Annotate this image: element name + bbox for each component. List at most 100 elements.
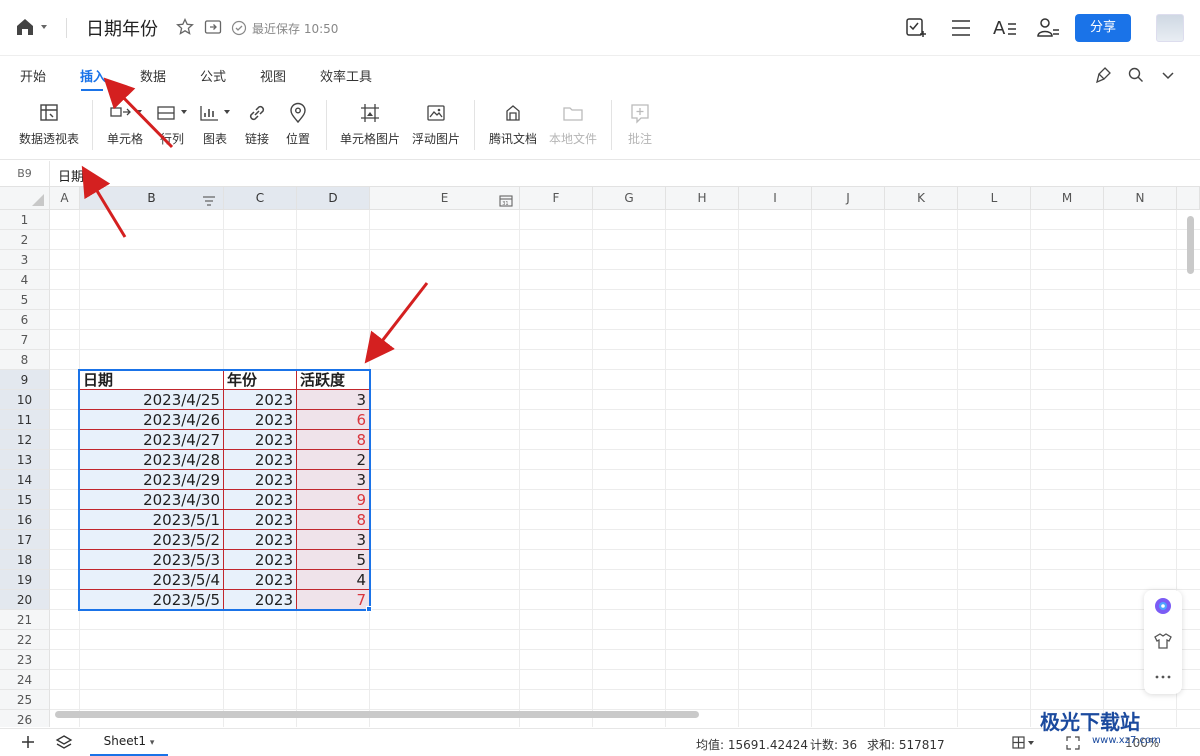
row-header-3[interactable]: 3	[0, 250, 50, 270]
document-title[interactable]: 日期年份	[86, 15, 158, 41]
menu-tabs: 开始 插入 数据 公式 视图 效率工具	[0, 56, 1200, 92]
collaborators-icon[interactable]	[1036, 17, 1060, 43]
comment-button[interactable]: 批注	[624, 102, 656, 147]
column-header-l[interactable]: L	[958, 187, 1031, 210]
tab-view[interactable]: 视图	[260, 66, 286, 85]
row-header-15[interactable]: 15	[0, 490, 50, 510]
row-header-22[interactable]: 22	[0, 630, 50, 650]
task-add-icon[interactable]	[905, 17, 927, 43]
horizontal-scrollbar[interactable]	[55, 711, 699, 718]
selection-range[interactable]	[78, 369, 371, 611]
ai-assistant-icon[interactable]	[1153, 596, 1173, 620]
calendar-icon[interactable]: 31	[499, 192, 513, 215]
row-header-5[interactable]: 5	[0, 290, 50, 310]
row-header-10[interactable]: 10	[0, 390, 50, 410]
filter-icon[interactable]	[202, 192, 216, 215]
row-header-8[interactable]: 8	[0, 350, 50, 370]
fullscreen-icon[interactable]	[1066, 735, 1080, 754]
tab-data[interactable]: 数据	[140, 66, 166, 85]
formula-input[interactable]: 日期	[58, 166, 84, 185]
cell-image-label: 单元格图片	[339, 132, 400, 146]
share-button[interactable]: 分享	[1075, 14, 1131, 42]
move-folder-icon[interactable]	[204, 19, 222, 39]
chevron-down-icon[interactable]	[1160, 67, 1176, 87]
search-icon[interactable]	[1127, 66, 1145, 88]
tab-start[interactable]: 开始	[20, 66, 46, 85]
column-header-e[interactable]: E 31	[370, 187, 520, 210]
shirt-theme-icon[interactable]	[1153, 631, 1173, 655]
fill-handle[interactable]	[366, 606, 372, 612]
row-header-1[interactable]: 1	[0, 210, 50, 230]
row-header-6[interactable]: 6	[0, 310, 50, 330]
column-header-j[interactable]: J	[812, 187, 885, 210]
more-options-icon[interactable]	[1153, 668, 1173, 687]
add-sheet-icon[interactable]	[20, 734, 36, 754]
menu-icon[interactable]	[951, 19, 971, 41]
chart-button[interactable]: 图表	[198, 102, 232, 147]
row-header-4[interactable]: 4	[0, 270, 50, 290]
tab-insert[interactable]: 插入	[80, 66, 106, 85]
tencent-doc-button[interactable]: 腾讯文档	[487, 102, 539, 147]
row-header-21[interactable]: 21	[0, 610, 50, 630]
float-image-button[interactable]: 浮动图片	[410, 102, 462, 147]
text-format-icon[interactable]: A	[992, 16, 1018, 42]
column-header-c[interactable]: C	[224, 187, 297, 210]
row-header-25[interactable]: 25	[0, 690, 50, 710]
column-header-f[interactable]: F	[520, 187, 593, 210]
row-header-26[interactable]: 26	[0, 710, 50, 727]
row-header-12[interactable]: 12	[0, 430, 50, 450]
row-column-button[interactable]: 行列	[154, 102, 190, 147]
row-header-7[interactable]: 7	[0, 330, 50, 350]
divider	[66, 18, 67, 38]
column-header-h[interactable]: H	[666, 187, 739, 210]
location-button[interactable]: 位置	[283, 102, 313, 147]
home-icon[interactable]	[14, 16, 48, 42]
pivot-table-button[interactable]: 数据透视表	[18, 102, 80, 147]
cell-button[interactable]: 单元格	[104, 102, 146, 147]
column-header-n[interactable]: N	[1104, 187, 1177, 210]
row-header-14[interactable]: 14	[0, 470, 50, 490]
column-header-d[interactable]: D	[297, 187, 370, 210]
local-file-button[interactable]: 本地文件	[547, 102, 599, 147]
row-header-24[interactable]: 24	[0, 670, 50, 690]
star-icon[interactable]	[176, 17, 194, 40]
row-header-2[interactable]: 2	[0, 230, 50, 250]
column-header-i[interactable]: I	[739, 187, 812, 210]
pivot-table-label: 数据透视表	[18, 132, 79, 146]
link-button[interactable]: 链接	[242, 102, 272, 147]
row-header-9[interactable]: 9	[0, 370, 50, 390]
tab-formula[interactable]: 公式	[200, 66, 226, 85]
column-header-b[interactable]: B	[80, 187, 224, 210]
avatar[interactable]	[1156, 14, 1184, 42]
column-header-g[interactable]: G	[593, 187, 666, 210]
comment-label: 批注	[627, 132, 652, 146]
sheet-menu-caret-icon[interactable]: ▾	[150, 738, 155, 748]
brush-icon[interactable]	[1095, 66, 1113, 88]
view-mode-icon[interactable]	[1012, 735, 1036, 754]
top-bar: 日期年份 最近保存 10:50 A 分享	[0, 0, 1200, 56]
row-header-16[interactable]: 16	[0, 510, 50, 530]
stat-count: 计数: 36	[810, 738, 858, 752]
row-header-20[interactable]: 20	[0, 590, 50, 610]
comment-add-icon	[631, 104, 649, 124]
cell-reference-box[interactable]: B9	[0, 161, 50, 186]
sheet-list-icon[interactable]	[55, 734, 73, 754]
cell-image-button[interactable]: 单元格图片	[338, 102, 402, 147]
column-header-k[interactable]: K	[885, 187, 958, 210]
column-header-a[interactable]: A	[50, 187, 80, 210]
row-header-17[interactable]: 17	[0, 530, 50, 550]
sheet-tab[interactable]: Sheet1 ▾	[90, 729, 168, 756]
row-header-11[interactable]: 11	[0, 410, 50, 430]
row-header-23[interactable]: 23	[0, 650, 50, 670]
select-all-corner[interactable]	[0, 187, 50, 210]
row-header-19[interactable]: 19	[0, 570, 50, 590]
row-header-13[interactable]: 13	[0, 450, 50, 470]
tab-efficiency-tools[interactable]: 效率工具	[320, 66, 372, 85]
column-header-m[interactable]: M	[1031, 187, 1104, 210]
vertical-scrollbar[interactable]	[1187, 216, 1194, 274]
row-header-18[interactable]: 18	[0, 550, 50, 570]
svg-text:31: 31	[502, 201, 508, 207]
formula-bar: B9 日期	[0, 161, 1200, 187]
float-image-label: 浮动图片	[411, 132, 460, 146]
spreadsheet-grid[interactable]: A B C D E 31 F G H I J K L M N 1 2 3 4 5…	[0, 187, 1200, 727]
